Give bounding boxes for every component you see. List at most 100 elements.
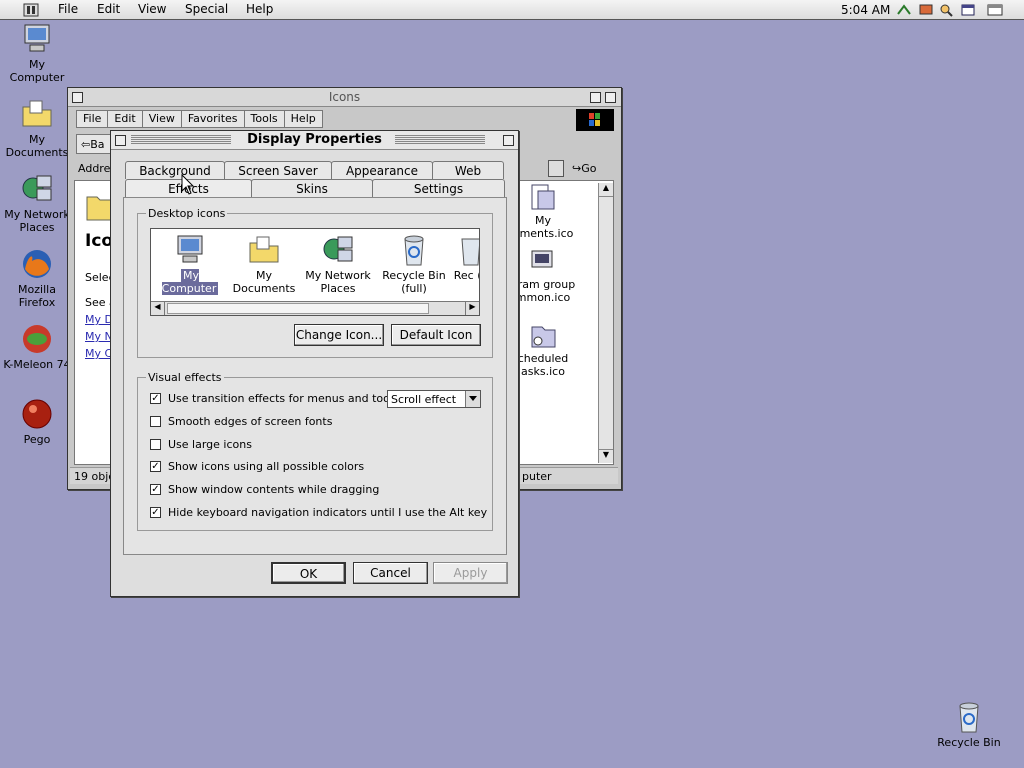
status-zone: puter bbox=[522, 470, 552, 483]
tab-skins[interactable]: Skins bbox=[251, 179, 373, 197]
desktop-icon-my-computer[interactable]: My Computer bbox=[0, 22, 74, 84]
go-label: Go bbox=[581, 162, 597, 175]
icon-list-label: My Documents bbox=[232, 269, 296, 295]
network-icon[interactable] bbox=[896, 2, 912, 18]
firefox-icon bbox=[20, 247, 54, 281]
desktop-icon-recycle-bin[interactable]: Recycle Bin bbox=[932, 700, 1006, 749]
checkbox[interactable]: ✓ bbox=[150, 460, 161, 472]
menu-view[interactable]: View bbox=[138, 2, 166, 16]
transition-effect-select[interactable]: Scroll effect bbox=[387, 390, 481, 408]
search-icon[interactable] bbox=[938, 2, 954, 18]
desktop-icon-pego[interactable]: Pego bbox=[0, 397, 74, 446]
scroll-right-arrow-icon[interactable]: ▶ bbox=[465, 302, 479, 315]
checkbox[interactable] bbox=[150, 438, 161, 450]
checkbox[interactable]: ✓ bbox=[150, 392, 161, 404]
icon-list-label: Rec (e bbox=[453, 269, 479, 282]
effect-label: Use large icons bbox=[168, 437, 252, 451]
desktop-icon-label: My Documents bbox=[5, 133, 69, 159]
desktop-icon-mozilla-firefox[interactable]: Mozilla Firefox bbox=[0, 247, 74, 309]
change-icon-button[interactable]: Change Icon... bbox=[294, 324, 384, 346]
scroll-up-arrow-icon[interactable]: ▲ bbox=[599, 183, 613, 197]
effect-all-colors-checkbox[interactable]: ✓ Show icons using all possible colors bbox=[150, 459, 364, 473]
explorer-title: Icons bbox=[328, 90, 361, 104]
desktop-icon-my-network-places[interactable]: My Network Places bbox=[0, 172, 74, 234]
cancel-button[interactable]: Cancel bbox=[353, 562, 428, 584]
scroll-down-arrow-icon[interactable]: ▼ bbox=[599, 449, 613, 463]
back-arrow-icon: ⇦ bbox=[81, 138, 91, 151]
checkbox[interactable]: ✓ bbox=[150, 483, 161, 495]
zoom-box-icon[interactable] bbox=[590, 92, 601, 103]
desktop-icon-list[interactable]: My Computer My Documents My Network Plac… bbox=[150, 228, 480, 316]
explorer-title-bar[interactable]: Icons bbox=[68, 88, 621, 107]
icon-list-horizontal-scrollbar[interactable]: ◀ ▶ bbox=[151, 301, 479, 315]
clock[interactable]: 5:04 AM bbox=[841, 3, 890, 17]
effect-large-icons-checkbox[interactable]: Use large icons bbox=[150, 437, 252, 451]
apply-button[interactable]: Apply bbox=[433, 562, 508, 584]
scroll-left-arrow-icon[interactable]: ◀ bbox=[151, 302, 165, 315]
network-places-icon bbox=[20, 172, 54, 206]
chevron-down-icon[interactable] bbox=[465, 391, 480, 407]
icon-list-item-my-computer[interactable]: My Computer bbox=[151, 233, 229, 295]
left-pane-link-my-network[interactable]: My N bbox=[85, 330, 113, 343]
select-value: Scroll effect bbox=[391, 393, 457, 406]
tab-web[interactable]: Web bbox=[432, 161, 504, 179]
collapse-box-icon[interactable] bbox=[503, 135, 514, 146]
explorer-menu-view[interactable]: View bbox=[141, 110, 182, 128]
effect-transition-checkbox[interactable]: ✓ Use transition effects for menus and t… bbox=[150, 391, 413, 405]
effect-label: Smooth edges of screen fonts bbox=[168, 414, 333, 428]
menu-special[interactable]: Special bbox=[185, 2, 228, 16]
apple-menu-icon[interactable] bbox=[22, 2, 40, 18]
visual-effects-legend: Visual effects bbox=[148, 371, 222, 384]
tab-appearance[interactable]: Appearance bbox=[331, 161, 433, 179]
explorer-menu-edit[interactable]: Edit bbox=[107, 110, 143, 128]
desktop-icon-my-documents[interactable]: My Documents bbox=[0, 97, 74, 159]
go-button[interactable]: ↪Go bbox=[572, 160, 608, 178]
program-group-icon bbox=[531, 250, 553, 268]
recycle-bin-icon bbox=[952, 700, 986, 734]
icon-list-item-my-network-places[interactable]: My Network Places bbox=[299, 233, 377, 295]
icon-list-item-recycle-bin-empty[interactable]: Rec (e bbox=[441, 233, 479, 282]
explorer-menu-help[interactable]: Help bbox=[283, 110, 323, 128]
desktop-icon-k-meleon[interactable]: K-Meleon 74 bbox=[0, 322, 74, 371]
menu-help[interactable]: Help bbox=[246, 2, 273, 16]
icon-list-label: Recycle Bin (full) bbox=[382, 269, 446, 295]
tab-settings[interactable]: Settings bbox=[372, 179, 505, 197]
network-places-icon bbox=[321, 233, 355, 267]
desktop-icon-label: Pego bbox=[23, 433, 51, 446]
explorer-menu-tools[interactable]: Tools bbox=[243, 110, 285, 128]
explorer-menu-favorites[interactable]: Favorites bbox=[180, 110, 245, 128]
explorer-menu-bar: File Edit View Favorites Tools Help bbox=[76, 110, 323, 128]
menu-file[interactable]: File bbox=[58, 2, 78, 16]
menu-edit[interactable]: Edit bbox=[97, 2, 120, 16]
checkbox[interactable]: ✓ bbox=[150, 506, 161, 518]
dialog-title-bar[interactable]: Display Properties bbox=[111, 131, 518, 150]
collapse-box-icon[interactable] bbox=[605, 92, 616, 103]
computer-icon bbox=[20, 22, 54, 56]
address-dropdown-button[interactable] bbox=[548, 160, 564, 177]
default-icon-button[interactable]: Default Icon bbox=[391, 324, 481, 346]
checkbox[interactable] bbox=[150, 415, 161, 427]
explorer-menu-file[interactable]: File bbox=[76, 110, 109, 128]
left-pane-link-my-computer[interactable]: My C bbox=[85, 347, 112, 360]
display-properties-dialog[interactable]: Display Properties Background Screen Sav… bbox=[110, 130, 519, 597]
recycle-bin-full-icon bbox=[397, 233, 431, 267]
effect-smooth-fonts-checkbox[interactable]: Smooth edges of screen fonts bbox=[150, 414, 332, 428]
effect-hide-keyboard-indicators-checkbox[interactable]: ✓ Hide keyboard navigation indicators un… bbox=[150, 505, 487, 519]
scheduled-tasks-icon bbox=[531, 326, 556, 348]
tab-background[interactable]: Background bbox=[125, 161, 225, 179]
back-label: Ba bbox=[90, 138, 105, 151]
minimize-icon[interactable] bbox=[987, 2, 1003, 18]
icon-list-item-my-documents[interactable]: My Documents bbox=[225, 233, 303, 295]
ok-button[interactable]: OK bbox=[271, 562, 346, 584]
window-icon[interactable] bbox=[960, 2, 976, 18]
tab-screen-saver[interactable]: Screen Saver bbox=[224, 161, 332, 179]
effect-window-contents-checkbox[interactable]: ✓ Show window contents while dragging bbox=[150, 482, 379, 496]
left-pane-link-my-documents[interactable]: My D bbox=[85, 313, 113, 326]
display-icon[interactable] bbox=[918, 2, 934, 18]
explorer-vertical-scrollbar[interactable]: ▲ ▼ bbox=[598, 183, 613, 463]
effect-label: Show window contents while dragging bbox=[168, 482, 380, 496]
scroll-thumb[interactable] bbox=[167, 303, 429, 314]
documents-folder-icon bbox=[247, 233, 281, 267]
recycle-bin-empty-icon bbox=[454, 233, 479, 267]
computer-icon bbox=[173, 233, 207, 267]
